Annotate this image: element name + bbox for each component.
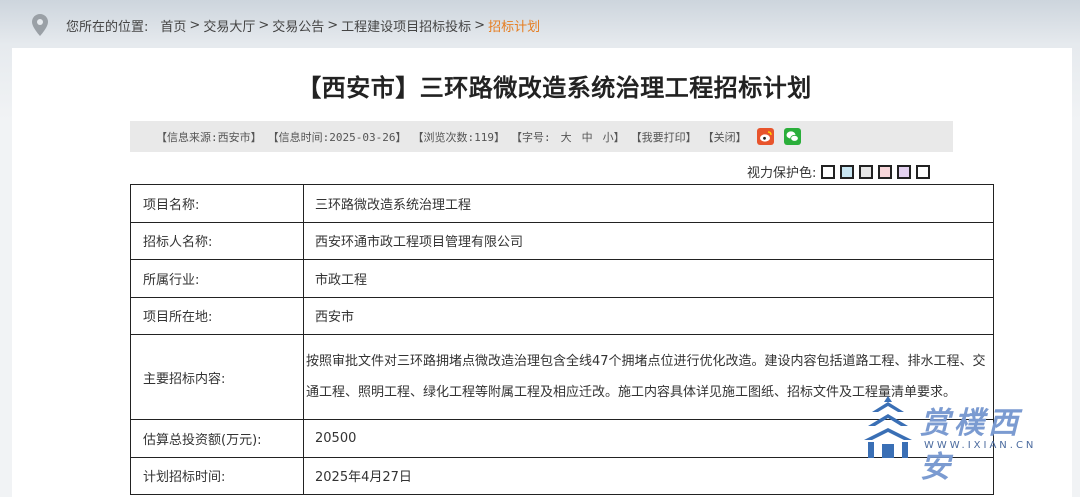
- row-key: 估算总投资额(万元):: [130, 419, 304, 458]
- eye-protection-label: 视力保护色:: [747, 166, 817, 181]
- breadcrumb-home[interactable]: 首页: [160, 16, 186, 35]
- wechat-share-icon[interactable]: [783, 128, 801, 145]
- watermark-url: WWW.IXIAN.CN: [924, 440, 1037, 451]
- row-value: 三环路微改造系统治理工程: [303, 184, 994, 223]
- location-pin-icon: [32, 14, 48, 36]
- row-value: 西安市: [303, 296, 994, 335]
- color-swatch-blue[interactable]: [840, 164, 855, 179]
- table-row: 项目所在地: 西安市: [130, 296, 994, 335]
- row-key: 招标人名称:: [130, 221, 304, 260]
- color-swatch-white[interactable]: [821, 164, 836, 179]
- row-key: 项目名称:: [130, 184, 304, 223]
- breadcrumb-trading-hall[interactable]: 交易大厅: [203, 16, 255, 35]
- row-key: 主要招标内容:: [130, 334, 304, 420]
- breadcrumb-label: 您所在的位置:: [66, 19, 149, 35]
- breadcrumb-construction-bidding[interactable]: 工程建设项目招标投标: [341, 16, 471, 35]
- color-swatch-pink[interactable]: [878, 164, 893, 179]
- breadcrumb-announcements[interactable]: 交易公告: [272, 16, 324, 35]
- row-value: 西安环通市政工程项目管理有限公司: [303, 221, 994, 260]
- meta-font-size-label: 【字号:: [510, 130, 551, 144]
- meta-source: 【信息来源:西安市】: [156, 130, 262, 144]
- font-size-large[interactable]: 大: [561, 129, 572, 145]
- breadcrumb-separator: >: [474, 17, 486, 33]
- meta-views: 【浏览次数:119】: [412, 130, 505, 144]
- table-row: 招标人名称: 西安环通市政工程项目管理有限公司: [130, 221, 994, 260]
- font-size-medium[interactable]: 中: [582, 129, 593, 145]
- row-key: 计划招标时间:: [130, 456, 304, 495]
- breadcrumb: 您所在的位置: 首页 > 交易大厅 > 交易公告 > 工程建设项目招标投标 > …: [32, 12, 540, 38]
- eye-protection-color-picker: 视力保护色:: [747, 162, 931, 181]
- breadcrumb-separator: >: [258, 17, 270, 33]
- article-meta-bar: 【信息来源:西安市】 【信息时间:2025-03-26】 【浏览次数:119】 …: [130, 121, 953, 152]
- color-swatch-default[interactable]: [916, 164, 931, 179]
- print-link[interactable]: 【我要打印】: [631, 129, 697, 145]
- row-key: 项目所在地:: [130, 296, 304, 335]
- color-swatch-purple[interactable]: [897, 164, 912, 179]
- row-value: 2025年4月27日: [303, 456, 994, 495]
- page-title: 【西安市】三环路微改造系统治理工程招标计划: [297, 74, 812, 102]
- row-value: 市政工程: [303, 259, 994, 298]
- row-key: 所属行业:: [130, 259, 304, 298]
- breadcrumb-separator: >: [327, 17, 339, 33]
- meta-time: 【信息时间:2025-03-26】: [267, 130, 407, 144]
- weibo-share-icon[interactable]: [756, 128, 774, 145]
- font-size-small[interactable]: 小】: [603, 129, 625, 145]
- color-swatch-gray[interactable]: [859, 164, 874, 179]
- table-row: 项目名称: 三环路微改造系统治理工程: [130, 184, 994, 223]
- table-row: 所属行业: 市政工程: [130, 259, 994, 298]
- table-row: 计划招标时间: 2025年4月27日: [130, 456, 994, 495]
- breadcrumb-separator: >: [189, 17, 201, 33]
- bell-tower-icon: [864, 396, 912, 458]
- watermark-logo: 赏樸西安 WWW.IXIAN.CN: [862, 392, 1052, 485]
- close-link[interactable]: 【关闭】: [703, 129, 747, 145]
- breadcrumb-current: 招标计划: [488, 19, 541, 35]
